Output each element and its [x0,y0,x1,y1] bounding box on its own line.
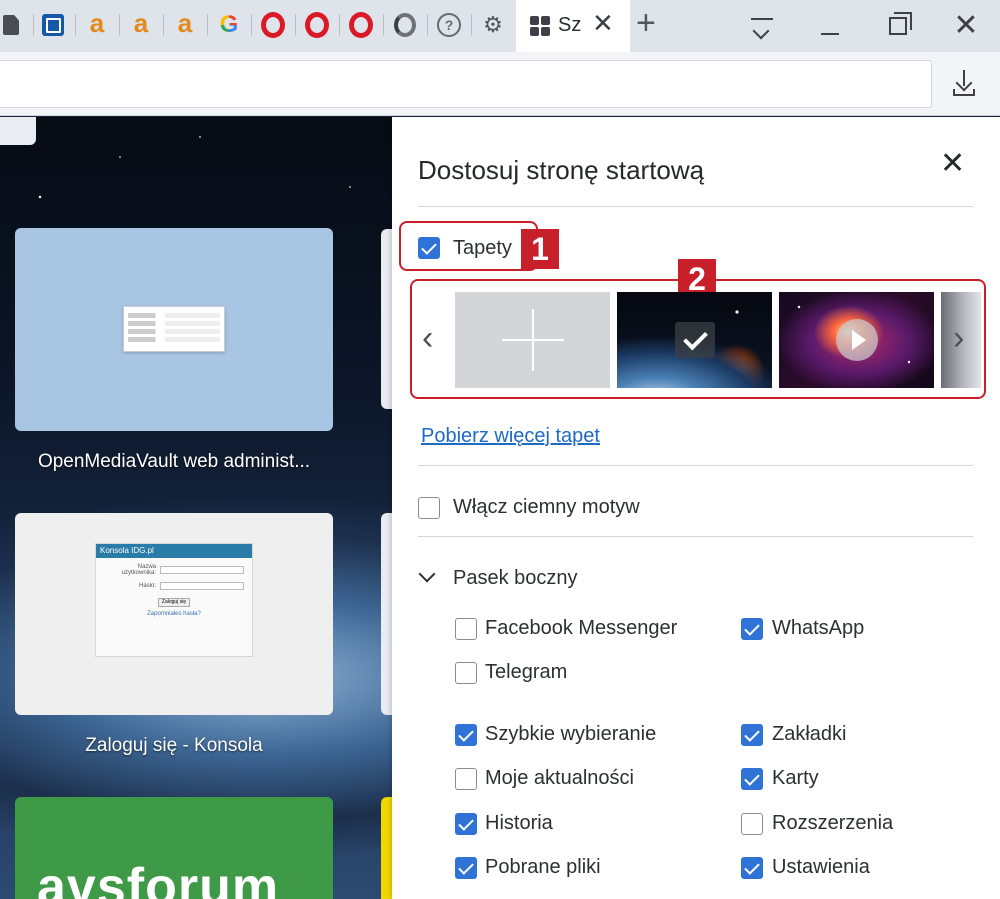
callout-marker-1: 1 [521,229,559,269]
facebook-messenger-label: Facebook Messenger [485,617,678,639]
telegram-checkbox[interactable] [455,662,477,684]
speed-dial: OpenMediaVault web administ... Konsola I… [0,117,392,899]
extensions-checkbox[interactable] [741,813,763,835]
tile-preview-konsola: Konsola IDG.pl Nazwa użytkownika: Hasło:… [95,543,253,657]
tab-google[interactable]: G [212,8,252,42]
play-icon [836,319,878,361]
downloads-label: Pobrane pliki [485,856,601,878]
tab-bar: a a a G ? ⚙ Sz ✕ + ✕ [0,0,1000,52]
restore-button[interactable] [878,8,918,44]
wallpapers-prev-button[interactable]: ‹ [422,321,433,355]
opera-icon [305,12,329,38]
downloads-checkbox[interactable] [455,857,477,879]
minimize-button[interactable] [810,8,850,44]
wallpapers-label: Tapety [453,237,512,259]
whatsapp-label: WhatsApp [772,617,865,639]
panel-title: Dostosuj stronę startową [418,155,705,185]
divider [418,465,973,466]
tabs-label: Karty [772,767,819,789]
speed-dial-tile-konsola[interactable]: Konsola IDG.pl Nazwa użytkownika: Hasło:… [15,513,333,715]
tab-amazon-2[interactable]: a [124,8,164,42]
restore-icon [889,12,912,35]
panel-close-button[interactable]: ✕ [940,149,965,179]
bookmarks-checkbox[interactable] [741,724,763,746]
tile-label-konsola: Zaloguj się - Konsola [85,735,263,756]
customize-start-page-panel: Dostosuj stronę startową ✕ 1 Tapety 2 ‹ … [392,117,1000,899]
my-news-checkbox[interactable] [455,768,477,790]
settings-label: Ustawienia [772,856,870,878]
wallpaper-earth-tile[interactable] [617,292,772,388]
close-icon: ✕ [953,9,979,42]
tab-opera-gx[interactable] [388,8,428,42]
google-icon: G [219,11,239,38]
add-wallpaper-tile[interactable] [455,292,610,388]
box-icon [42,14,64,36]
amazon-icon: a [177,8,193,38]
download-button[interactable] [946,66,982,102]
speed-dial-tile-avsforum[interactable]: avsforum [15,797,333,899]
wallpapers-checkbox[interactable] [418,237,440,259]
dark-theme-checkbox[interactable] [418,497,440,519]
history-checkbox[interactable] [455,813,477,835]
sidebar-collapse-chevron-icon[interactable] [418,565,436,583]
amazon-icon: a [89,8,105,38]
tile-preview-login-form [123,306,225,352]
new-tab-button[interactable]: + [636,6,656,40]
extensions-label: Rozszerzenia [772,812,894,834]
whatsapp-checkbox[interactable] [741,618,763,640]
help-icon: ? [437,13,461,37]
speed-dial-tile-peek[interactable] [381,513,392,715]
doc-icon [3,15,19,35]
tabs-checkbox[interactable] [741,768,763,790]
selected-check-icon [675,322,715,358]
speed-dial-tile-peek[interactable] [381,797,392,899]
minimize-icon [821,33,839,35]
my-news-label: Moje aktualności [485,767,634,789]
opera-icon [349,12,373,38]
bookmarks-label: Zakładki [772,723,847,745]
speed-dial-tile-openmediavault[interactable] [15,228,333,431]
tab-menu-icon [751,18,773,34]
settings-checkbox[interactable] [741,857,763,879]
tab-opera-2[interactable] [300,8,340,42]
wallpaper-nebula-tile[interactable] [779,292,934,388]
sidebar-section-label: Pasek boczny [453,567,578,589]
tab-box[interactable] [36,8,76,42]
address-input[interactable] [0,60,932,108]
tab-doc[interactable] [0,8,34,42]
tab-menu-button[interactable] [742,8,782,44]
telegram-label: Telegram [485,661,568,683]
divider [418,536,973,537]
opera-gx-icon [394,13,416,37]
window-close-button[interactable]: ✕ [946,8,986,44]
more-wallpapers-link[interactable]: Pobierz więcej tapet [421,425,600,448]
wallpapers-next-button[interactable]: › [953,321,964,355]
history-label: Historia [485,812,553,834]
facebook-messenger-checkbox[interactable] [455,618,477,640]
speed-dial-label: Szybkie wybieranie [485,723,657,745]
speed-dial-checkbox[interactable] [455,724,477,746]
tab-help[interactable]: ? [432,8,472,42]
speed-dial-search-edge[interactable] [0,117,36,145]
tab-opera-1[interactable] [256,8,296,42]
gear-icon: ⚙ [483,12,503,37]
tile-label-openmediavault: OpenMediaVault web administ... [37,451,311,472]
download-icon [963,70,965,86]
opera-icon [261,12,285,38]
tab-amazon-3[interactable]: a [168,8,208,42]
active-tab-title: Sz [558,14,582,36]
speed-dial-tile-peek[interactable] [381,229,392,409]
dark-theme-label: Włącz ciemny motyw [453,496,640,518]
amazon-icon: a [133,8,149,38]
tab-opera-3[interactable] [344,8,384,42]
address-bar [0,52,1000,116]
active-tab[interactable]: Sz ✕ [516,0,630,52]
close-tab-icon[interactable]: ✕ [592,10,614,36]
tab-amazon-1[interactable]: a [80,8,120,42]
divider [418,206,973,207]
tile-avsforum-logo-text: avsforum [37,858,280,899]
tab-settings[interactable]: ⚙ [476,8,510,42]
speed-dial-icon [530,16,550,36]
